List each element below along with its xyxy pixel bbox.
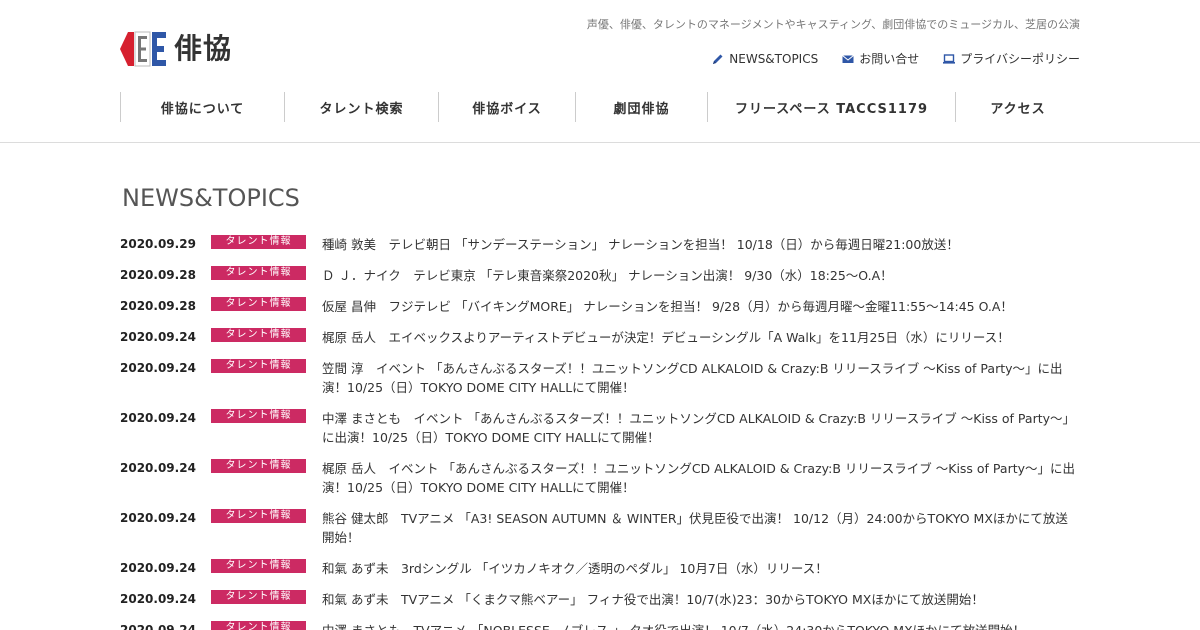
news-headline[interactable]: 中澤 まさとも イベント 「あんさんぶるスターズ！！ユニットソングCD ALKA… bbox=[322, 409, 1080, 447]
logo-text: 俳協 bbox=[174, 32, 233, 65]
news-item[interactable]: 2020.09.29 タレント情報 種崎 敦美 テレビ朝日 「サンデーステーショ… bbox=[120, 235, 1080, 254]
nav-item-free-space[interactable]: フリースペース TACCS1179 bbox=[708, 92, 956, 122]
mail-icon bbox=[842, 54, 855, 63]
util-link-contact[interactable]: お問い合せ bbox=[842, 50, 919, 67]
util-link-news-topics[interactable]: NEWS&TOPICS bbox=[712, 50, 818, 67]
news-date: 2020.09.29 bbox=[120, 237, 196, 251]
news-list: 2020.09.29 タレント情報 種崎 敦美 テレビ朝日 「サンデーステーショ… bbox=[120, 235, 1080, 630]
news-date: 2020.09.24 bbox=[120, 461, 196, 475]
news-headline[interactable]: 梶原 岳人 イベント 「あんさんぶるスターズ！！ユニットソングCD ALKALO… bbox=[322, 459, 1080, 497]
news-headline[interactable]: 種崎 敦美 テレビ朝日 「サンデーステーション」 ナレーションを担当！ 10/1… bbox=[322, 235, 1080, 254]
news-category-badge: タレント情報 bbox=[211, 621, 306, 630]
util-link-privacy-policy[interactable]: プライバシーポリシー bbox=[943, 50, 1080, 67]
news-headline[interactable]: 和氣 あず未 TVアニメ 「くまクマ熊ベアー」 フィナ役で出演！10/7(水)2… bbox=[322, 590, 1080, 609]
nav-item-theater[interactable]: 劇団俳協 bbox=[576, 92, 708, 122]
news-category-badge: タレント情報 bbox=[211, 266, 306, 280]
news-category-badge: タレント情報 bbox=[211, 297, 306, 311]
nav-item-access[interactable]: アクセス bbox=[956, 92, 1080, 122]
news-date: 2020.09.24 bbox=[120, 361, 196, 375]
util-link-label: プライバシーポリシー bbox=[960, 52, 1080, 66]
util-link-label: NEWS&TOPICS bbox=[729, 51, 819, 66]
news-headline[interactable]: 仮屋 昌伸 フジテレビ 「バイキングMORE」 ナレーションを担当！ 9/28（… bbox=[322, 297, 1080, 316]
pencil-icon bbox=[713, 54, 723, 64]
news-date: 2020.09.28 bbox=[120, 268, 196, 282]
site-header: 俳協 声優、俳優、タレントのマネージメントやキャスティング、劇団俳協でのミュージ… bbox=[0, 0, 1200, 143]
news-item[interactable]: 2020.09.24 タレント情報 和氣 あず未 3rdシングル 「イツカノキオ… bbox=[120, 559, 1080, 578]
news-headline[interactable]: 熊谷 健太郎 TVアニメ 「A3! SEASON AUTUMN ＆ WINTER… bbox=[322, 509, 1080, 547]
news-category-badge: タレント情報 bbox=[211, 509, 306, 523]
haikyo-logo-icon bbox=[120, 31, 166, 67]
util-link-label: お問い合せ bbox=[859, 52, 920, 66]
nav-item-talent-search[interactable]: タレント検索 bbox=[285, 92, 439, 122]
news-date: 2020.09.24 bbox=[120, 592, 196, 606]
news-item[interactable]: 2020.09.24 タレント情報 梶原 岳人 エイベックスよりアーティストデビ… bbox=[120, 328, 1080, 347]
site-logo[interactable]: 俳協 bbox=[120, 30, 232, 68]
site-tagline: 声優、俳優、タレントのマネージメントやキャスティング、劇団俳協でのミュージカル、… bbox=[586, 18, 1080, 31]
news-category-badge: タレント情報 bbox=[211, 590, 306, 604]
news-category-badge: タレント情報 bbox=[211, 409, 306, 423]
news-category-badge: タレント情報 bbox=[211, 235, 306, 249]
news-item[interactable]: 2020.09.24 タレント情報 熊谷 健太郎 TVアニメ 「A3! SEAS… bbox=[120, 509, 1080, 547]
nav-item-haikyo-voice[interactable]: 俳協ボイス bbox=[439, 92, 576, 122]
news-headline[interactable]: 中澤 まさとも TVアニメ 「NOBLESSE -ノブレス-」 タオ役で出演！ … bbox=[322, 621, 1080, 630]
news-date: 2020.09.28 bbox=[120, 299, 196, 313]
news-section-title: NEWS&TOPICS bbox=[122, 184, 300, 212]
utility-links: NEWS&TOPICS お問い合せ プライバシーポリシー bbox=[712, 50, 1080, 67]
news-item[interactable]: 2020.09.24 タレント情報 中澤 まさとも TVアニメ 「NOBLESS… bbox=[120, 621, 1080, 630]
news-headline[interactable]: 和氣 あず未 3rdシングル 「イツカノキオク／透明のペダル」 10月7日（水）… bbox=[322, 559, 1080, 578]
news-category-badge: タレント情報 bbox=[211, 328, 306, 342]
news-item[interactable]: 2020.09.24 タレント情報 中澤 まさとも イベント 「あんさんぶるスタ… bbox=[120, 409, 1080, 447]
news-item[interactable]: 2020.09.28 タレント情報 仮屋 昌伸 フジテレビ 「バイキングMORE… bbox=[120, 297, 1080, 316]
news-date: 2020.09.24 bbox=[120, 623, 196, 630]
news-headline[interactable]: 笠間 淳 イベント 「あんさんぶるスターズ！！ユニットソングCD ALKALOI… bbox=[322, 359, 1080, 397]
nav-item-about[interactable]: 俳協について bbox=[121, 92, 285, 122]
news-category-badge: タレント情報 bbox=[211, 559, 306, 573]
news-category-badge: タレント情報 bbox=[211, 459, 306, 473]
news-item[interactable]: 2020.09.24 タレント情報 和氣 あず未 TVアニメ 「くまクマ熊ベアー… bbox=[120, 590, 1080, 609]
news-date: 2020.09.24 bbox=[120, 511, 196, 525]
news-date: 2020.09.24 bbox=[120, 330, 196, 344]
news-date: 2020.09.24 bbox=[120, 561, 196, 575]
news-date: 2020.09.24 bbox=[120, 411, 196, 425]
global-nav: 俳協について タレント検索 俳協ボイス 劇団俳協 フリースペース TACCS11… bbox=[120, 92, 1080, 122]
main-content: NEWS&TOPICS 2020.09.29 タレント情報 種崎 敦美 テレビ朝… bbox=[120, 144, 1080, 630]
news-item[interactable]: 2020.09.24 タレント情報 笠間 淳 イベント 「あんさんぶるスターズ！… bbox=[120, 359, 1080, 397]
news-headline[interactable]: 梶原 岳人 エイベックスよりアーティストデビューが決定！デビューシングル「A W… bbox=[322, 328, 1080, 347]
news-item[interactable]: 2020.09.28 タレント情報 Ｄ Ｊ．ナイク テレビ東京 「テレ東音楽祭2… bbox=[120, 266, 1080, 285]
news-category-badge: タレント情報 bbox=[211, 359, 306, 373]
news-headline[interactable]: Ｄ Ｊ．ナイク テレビ東京 「テレ東音楽祭2020秋」 ナレーション出演！ 9/… bbox=[322, 266, 1080, 285]
laptop-icon bbox=[943, 53, 956, 64]
news-item[interactable]: 2020.09.24 タレント情報 梶原 岳人 イベント 「あんさんぶるスターズ… bbox=[120, 459, 1080, 497]
